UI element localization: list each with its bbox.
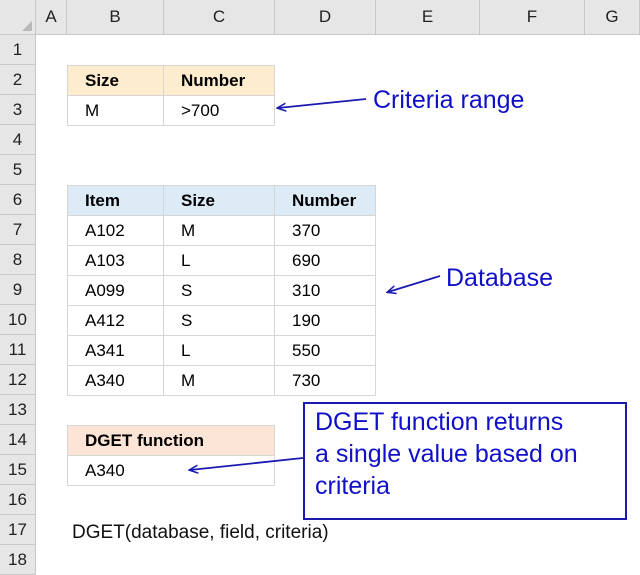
dget-arrow [190, 457, 304, 470]
database-arrow [388, 275, 441, 292]
spreadsheet: A B C D E F G 1 2 3 4 5 6 7 8 9 10 11 12… [0, 0, 640, 575]
annotation-arrows [0, 98, 441, 575]
criteria-arrow [278, 98, 367, 108]
